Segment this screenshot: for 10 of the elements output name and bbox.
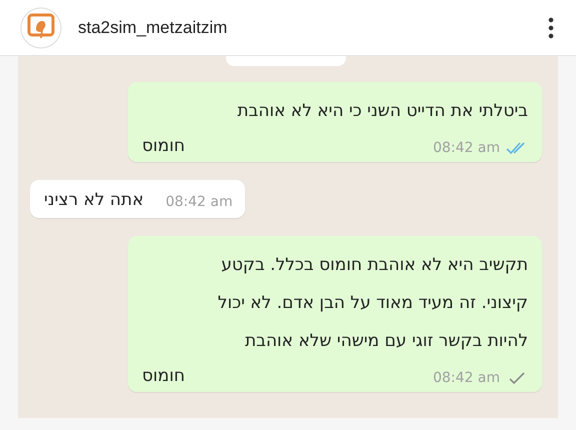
message-text: אתה לא רציני — [44, 190, 144, 210]
message-text: תקשיב היא לא אוהבת חומוס בכלל. בקטע קיצוני. זה מעיד מאוד על הבן אדם. לא יכול להיות בקשר זוגי עם מישהי שלא אוהבת — [216, 254, 528, 353]
message-text: חומוס — [142, 136, 185, 156]
message-text: חומוס — [142, 366, 185, 386]
message-time: 08:42 am — [166, 194, 233, 210]
message-time: 08:42 am — [432, 370, 500, 386]
more-options-icon[interactable] — [548, 16, 554, 38]
message-text: ביטלתי את הדייט השני כי היא לא אוהבת — [236, 100, 528, 123]
avatar-icon[interactable] — [20, 6, 62, 48]
message-time: 08:42 am — [432, 140, 500, 156]
